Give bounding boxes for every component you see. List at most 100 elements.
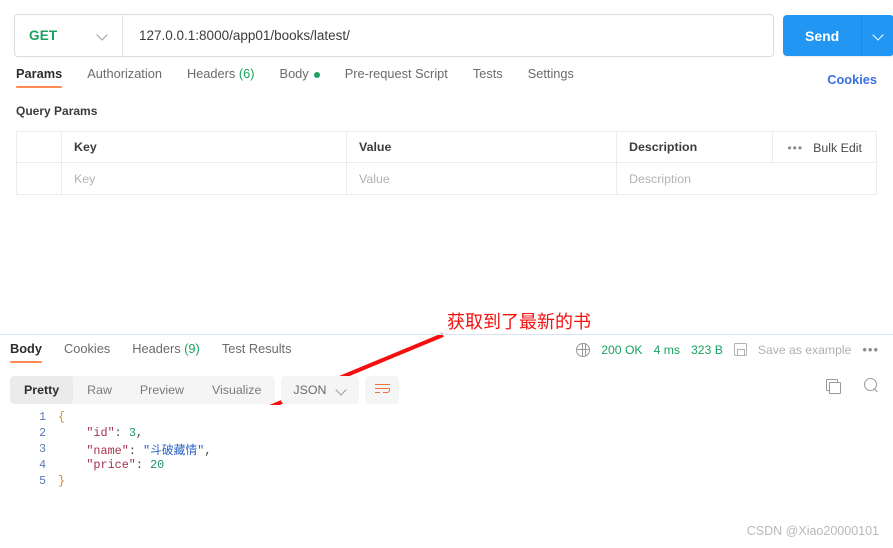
response-format-bar: Pretty Raw Preview Visualize JSON — [10, 376, 400, 404]
table-header-row: Key Value Description ••• Bulk Edit — [17, 131, 876, 163]
tab-label: Authorization — [87, 66, 162, 81]
request-tab-bar: Params Authorization Headers (6) Body Pre-re… — [16, 66, 877, 94]
status-code: 200 OK — [601, 342, 643, 357]
code-line-number: 1 — [39, 410, 46, 424]
tab-label: Pre-request Script — [344, 66, 448, 81]
wrap-text-icon — [374, 384, 390, 396]
tab-pre-request-script[interactable]: Pre-request Script — [345, 66, 448, 88]
select-all-checkbox-cell[interactable] — [17, 131, 62, 163]
tab-label: Cookies — [64, 341, 111, 356]
code-token: : — [114, 426, 129, 440]
send-button[interactable]: Send — [783, 15, 862, 56]
tab-test-results[interactable]: Test Results — [222, 341, 292, 363]
query-params-table: Key Value Description ••• Bulk Edit Key … — [16, 131, 877, 195]
tab-body[interactable]: Body — [280, 66, 320, 88]
code-line-text: "name": "斗破藏情", — [58, 441, 211, 458]
tab-label: Body — [279, 66, 309, 81]
chevron-down-icon — [97, 30, 108, 41]
cookies-link[interactable]: Cookies — [827, 72, 877, 87]
code-line-number: 2 — [39, 426, 46, 440]
tab-headers[interactable]: Headers (9) — [132, 341, 200, 363]
format-tab-pretty[interactable]: Pretty — [10, 376, 74, 404]
tab-headers[interactable]: Headers (6) — [187, 66, 255, 88]
code-line-text: "id": 3, — [58, 426, 143, 440]
bulk-edit-button[interactable]: Bulk Edit — [813, 141, 862, 155]
save-as-example-button[interactable]: Save as example — [758, 343, 852, 357]
body-modified-dot-icon — [313, 71, 320, 78]
save-icon — [733, 343, 747, 356]
tab-cookies[interactable]: Cookies — [64, 341, 110, 363]
response-body-code[interactable]: 1{2 "id": 3, 3 "name": "斗破藏情", 4 "price": … — [0, 405, 893, 525]
format-segmented-control: Pretty Raw Preview Visualize — [10, 376, 276, 404]
tab-label: Test Results — [221, 341, 292, 356]
param-description-input[interactable]: Description — [617, 163, 876, 194]
tab-settings[interactable]: Settings — [528, 66, 574, 88]
tab-label: Tests — [472, 66, 503, 81]
response-more-options-icon[interactable]: ••• — [862, 342, 879, 357]
code-token: "price" — [86, 458, 136, 472]
code-line: 1{ — [0, 409, 893, 425]
tab-label: Headers — [132, 341, 181, 356]
response-time: 4 ms — [653, 342, 680, 357]
tab-label: Headers — [186, 66, 236, 81]
tab-params[interactable]: Params — [16, 66, 63, 88]
response-tab-bar: Body Cookies Headers (9) Test Results — [10, 341, 314, 363]
table-row: Key Value Description — [17, 163, 876, 194]
param-value-input[interactable]: Value — [347, 163, 617, 194]
postman-window: GET Send Params Authorization Headers (6) B… — [0, 0, 893, 548]
chevron-down-icon — [336, 385, 347, 396]
send-button-group: Send — [783, 15, 893, 56]
pane-divider[interactable] — [0, 334, 893, 335]
content-type-selector[interactable]: JSON — [281, 376, 360, 404]
format-tab-preview[interactable]: Preview — [126, 376, 198, 404]
content-type-label: JSON — [293, 383, 327, 397]
bulk-edit-group: ••• Bulk Edit — [772, 132, 876, 163]
code-token: , — [204, 443, 212, 458]
row-checkbox-cell[interactable] — [17, 163, 62, 194]
response-status-bar: 200 OK 4 ms 323 B Save as example ••• — [576, 342, 879, 357]
response-size: 323 B — [690, 342, 723, 357]
response-action-icons — [826, 378, 879, 394]
tab-label: Params — [16, 66, 63, 81]
tab-tests[interactable]: Tests — [473, 66, 503, 88]
watermark: CSDN @Xiao20000101 — [746, 524, 879, 538]
code-token: 3 — [128, 426, 136, 440]
wrap-lines-button[interactable] — [365, 376, 400, 404]
code-line-number: 5 — [39, 474, 46, 488]
send-options-button[interactable] — [861, 15, 893, 56]
code-token: 20 — [150, 458, 165, 472]
http-method-selector[interactable]: GET — [15, 15, 123, 56]
column-header-key: Key — [62, 131, 347, 163]
http-method-label: GET — [29, 28, 58, 43]
code-token: "id" — [86, 426, 115, 440]
code-line-number: 4 — [39, 458, 46, 472]
code-line: 5} — [0, 473, 893, 489]
code-line-number: 3 — [39, 442, 46, 456]
chevron-down-icon — [873, 30, 884, 41]
code-line: 2 "id": 3, — [0, 425, 893, 441]
request-url-input[interactable] — [123, 28, 773, 43]
copy-icon[interactable] — [826, 378, 841, 394]
search-icon[interactable] — [864, 378, 879, 393]
format-tab-visualize[interactable]: Visualize — [198, 376, 275, 404]
code-lines: 1{2 "id": 3, 3 "name": "斗破藏情", 4 "price": … — [0, 405, 893, 489]
code-token: : — [135, 458, 151, 472]
more-options-icon[interactable]: ••• — [787, 141, 803, 155]
param-key-input[interactable]: Key — [62, 163, 347, 194]
globe-icon — [576, 342, 591, 357]
code-token: , — [135, 426, 144, 440]
format-tab-raw[interactable]: Raw — [73, 376, 126, 404]
tab-label: Settings — [527, 66, 574, 81]
tab-body[interactable]: Body — [10, 341, 42, 363]
column-header-value: Value — [347, 131, 617, 163]
request-url-bar: GET — [14, 14, 774, 57]
code-token: : — [128, 443, 143, 458]
tab-count: (6) — [235, 66, 255, 81]
code-line-text: "price": 20 — [58, 458, 164, 472]
code-token: } — [58, 474, 66, 488]
annotation-text: 获取到了最新的书 — [447, 312, 591, 333]
tab-authorization[interactable]: Authorization — [87, 66, 162, 88]
